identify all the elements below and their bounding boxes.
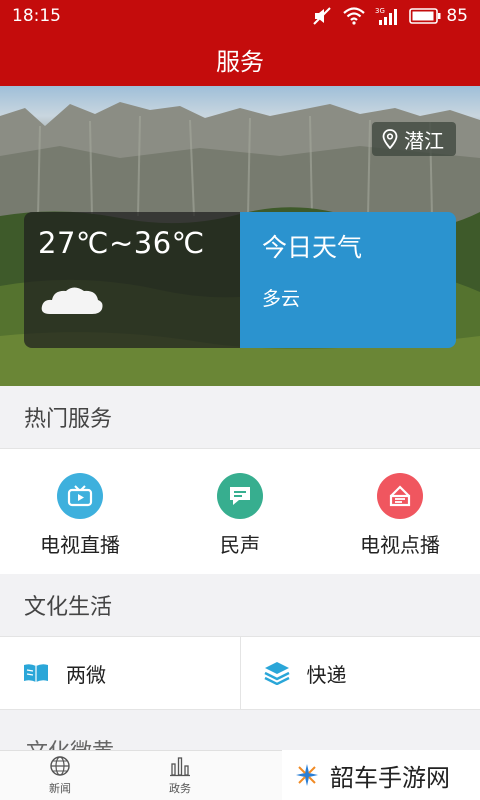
status-bar: 18:15 3G 85: [0, 0, 480, 32]
tab-label: 政务: [169, 782, 191, 795]
location-pin-icon: [382, 129, 398, 149]
signal-icon: 3G: [375, 7, 398, 25]
watermark-logo-icon: [296, 764, 318, 786]
vod-icon: [377, 473, 423, 519]
battery-level: 85: [446, 6, 468, 26]
weather-today-card[interactable]: 今日天气 多云: [240, 212, 456, 348]
page-title: 服务: [216, 47, 264, 76]
service-label: 电视直播: [40, 533, 120, 557]
watermark-text: 韶车手游网: [330, 763, 450, 792]
tab-news[interactable]: 新闻: [0, 751, 120, 800]
globe-icon: [50, 756, 70, 776]
weather-temperature-card: 27℃~36℃: [24, 212, 240, 348]
service-tv-vod[interactable]: 电视点播: [320, 449, 480, 574]
tab-government[interactable]: 政务: [120, 751, 240, 800]
battery-icon: [409, 8, 441, 24]
location-badge[interactable]: 潜江: [372, 122, 456, 156]
culture-grid: 两微 快递: [0, 636, 480, 710]
weather-condition: 多云: [262, 288, 301, 310]
service-public-voice[interactable]: 民声: [160, 449, 320, 574]
culture-label: 两微: [66, 662, 106, 687]
title-bar: 服务: [0, 32, 480, 86]
network-type: 3G: [375, 7, 385, 15]
culture-item-express[interactable]: 快递: [239, 637, 480, 709]
tv-icon: [57, 473, 103, 519]
hero-banner: 潜江 27℃~36℃ 今日天气 多云: [0, 86, 480, 386]
culture-item-weibo-wechat[interactable]: 两微: [0, 637, 240, 709]
bars-icon: [170, 757, 190, 777]
tab-label: 新闻: [49, 782, 71, 795]
mute-icon: [313, 7, 332, 25]
service-tv-live[interactable]: 电视直播: [0, 449, 160, 574]
service-label: 电视点播: [360, 533, 440, 557]
section-hot-services: 热门服务: [0, 386, 480, 448]
service-label: 民声: [220, 533, 260, 557]
hot-services-grid: 电视直播 民声 电视点播: [0, 448, 480, 574]
box-icon: [263, 662, 290, 685]
book-icon: [24, 664, 48, 682]
section-title: 文化生活: [24, 595, 113, 620]
location-name: 潜江: [404, 128, 444, 153]
culture-label: 快递: [306, 662, 347, 687]
temperature-range: 27℃~36℃: [38, 226, 205, 260]
status-time: 18:15: [12, 6, 61, 26]
today-weather-label: 今日天气: [262, 233, 363, 262]
wifi-icon: [343, 7, 366, 25]
cloud-icon: [41, 287, 103, 314]
chat-icon: [217, 473, 263, 519]
section-title: 热门服务: [24, 407, 113, 432]
watermark: 韶车手游网: [282, 750, 480, 800]
section-culture: 文化生活: [0, 574, 480, 636]
